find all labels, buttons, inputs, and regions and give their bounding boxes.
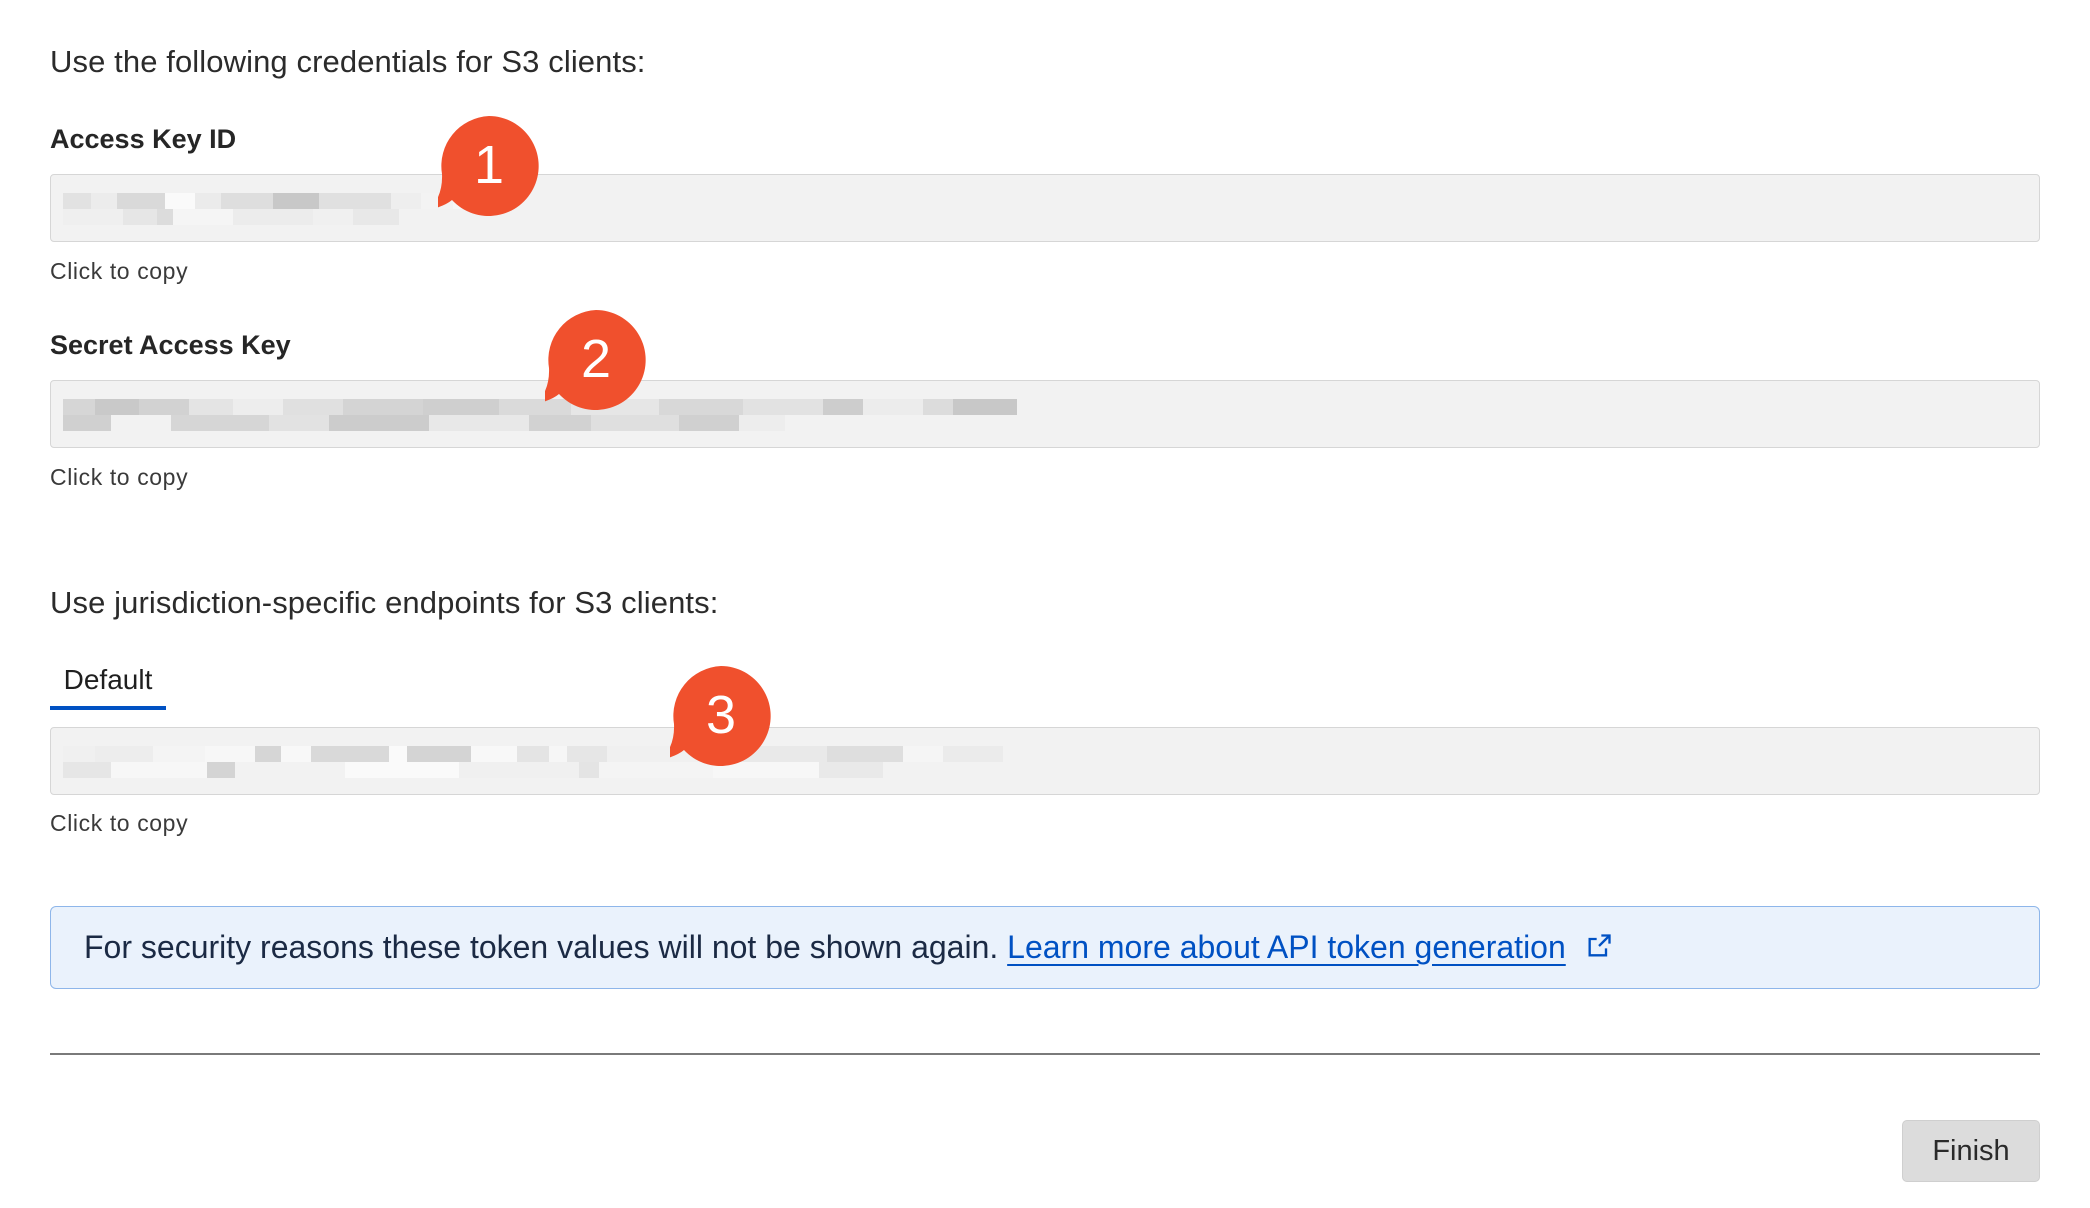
callout-badge-2: 2 [545, 308, 647, 410]
tab-default[interactable]: Default [50, 664, 166, 710]
access-key-label: Access Key ID [50, 124, 237, 154]
external-link-icon[interactable] [1585, 932, 1613, 960]
security-notice: For security reasons these token values … [50, 906, 2040, 989]
endpoint-field[interactable] [50, 727, 2040, 795]
tab-default-label: Default [63, 664, 153, 695]
endpoints-heading: Use jurisdiction-specific endpoints for … [50, 585, 719, 620]
endpoint-copy-hint[interactable]: Click to copy [50, 810, 188, 837]
credentials-heading: Use the following credentials for S3 cli… [50, 44, 646, 79]
secret-key-field[interactable] [50, 380, 2040, 448]
callout-badge-3: 3 [670, 664, 772, 766]
access-key-copy-hint[interactable]: Click to copy [50, 258, 188, 285]
security-notice-message: For security reasons these token values … [84, 929, 999, 965]
redacted-endpoint [63, 746, 1043, 782]
secret-key-copy-hint[interactable]: Click to copy [50, 464, 188, 491]
redacted-secret-key [63, 399, 1023, 435]
learn-more-link[interactable]: Learn more about API token generation [1007, 929, 1566, 965]
finish-button[interactable]: Finish [1902, 1120, 2040, 1182]
security-notice-text: For security reasons these token values … [84, 929, 1613, 966]
access-key-field[interactable] [50, 174, 2040, 242]
secret-key-label: Secret Access Key [50, 330, 291, 360]
footer-divider [50, 1053, 2040, 1055]
callout-badge-1: 1 [438, 114, 540, 216]
tab-active-indicator [50, 706, 166, 710]
